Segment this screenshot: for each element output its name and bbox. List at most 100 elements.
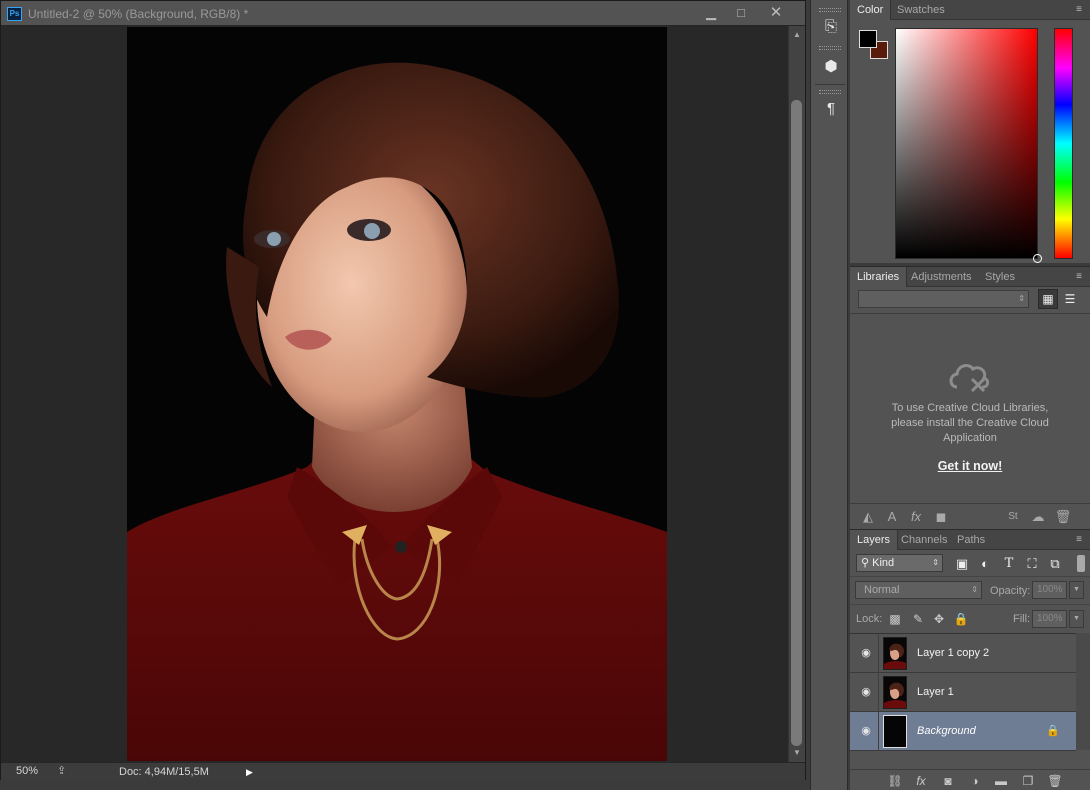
lock-all-icon[interactable]: 🔒 xyxy=(953,611,969,627)
visibility-eye-icon[interactable]: ◉ xyxy=(858,686,874,698)
visibility-eye-icon[interactable]: ◉ xyxy=(858,725,874,737)
opacity-dropdown-icon[interactable]: ▼ xyxy=(1069,581,1084,599)
get-it-now-link[interactable]: Get it now! xyxy=(920,459,1020,473)
add-mask-icon[interactable]: ◙ xyxy=(939,773,957,789)
document-title-bar[interactable]: Ps Untitled-2 @ 50% (Background, RGB/8) … xyxy=(1,1,805,26)
list-view-icon[interactable]: ☰ xyxy=(1060,289,1080,309)
new-layer-icon[interactable]: ❐ xyxy=(1019,773,1037,789)
tab-adjustments[interactable]: Adjustments xyxy=(904,267,979,287)
filter-kind-select[interactable]: ⚲ Kind ⇕ xyxy=(856,554,943,572)
canvas-image[interactable] xyxy=(127,27,667,761)
layer-thumbnail[interactable] xyxy=(883,637,907,670)
lock-icon: 🔒 xyxy=(1046,725,1060,737)
type-layer-filter-icon[interactable]: T xyxy=(1000,555,1018,573)
add-layer-style-icon[interactable]: fx xyxy=(907,508,925,526)
opacity-label: Opacity: xyxy=(990,585,1031,597)
sync-status-icon[interactable]: ☁ xyxy=(1029,508,1047,526)
dock-grip[interactable] xyxy=(819,8,841,12)
history-tool-icon[interactable]: ⎘ xyxy=(820,16,842,38)
tab-libraries[interactable]: Libraries xyxy=(850,267,908,287)
grid-view-icon[interactable]: ▦ xyxy=(1038,289,1058,309)
scroll-up-arrow-icon[interactable]: ▲ xyxy=(789,28,805,42)
add-graphic-icon[interactable]: ◭ xyxy=(859,508,877,526)
paragraph-tool-icon[interactable]: ¶ xyxy=(820,98,842,120)
maximize-button[interactable]: □ xyxy=(726,4,756,22)
layer-row[interactable]: ◉ Layer 1 xyxy=(850,673,1076,712)
scrollbar-thumb[interactable] xyxy=(791,100,802,746)
blend-mode-select[interactable]: Normal ⇕ xyxy=(855,581,982,599)
select-arrow-icon: ⇕ xyxy=(1018,294,1025,303)
layers-panel-tabs: Layers Channels Paths ≡ xyxy=(850,530,1090,550)
select-arrow-icon: ⇕ xyxy=(971,585,978,594)
status-menu-arrow-icon[interactable]: ▶ xyxy=(246,765,256,779)
new-adjustment-layer-icon[interactable]: ◑ xyxy=(966,773,984,789)
tab-channels[interactable]: Channels xyxy=(894,530,954,550)
color-picker-marker[interactable] xyxy=(1033,254,1042,263)
trash-icon[interactable]: 🗑 xyxy=(1054,508,1072,526)
hue-slider[interactable] xyxy=(1054,28,1073,259)
color-panel-tabs: Color Swatches ≡ xyxy=(850,0,1090,20)
libraries-panel-tabs: Libraries Adjustments Styles ≡ xyxy=(850,267,1090,287)
shape-layer-filter-icon[interactable]: ⛶ xyxy=(1023,555,1041,573)
lock-image-pixels-icon[interactable]: ✎ xyxy=(910,611,926,627)
visibility-eye-icon[interactable]: ◉ xyxy=(858,647,874,659)
fill-dropdown-icon[interactable]: ▼ xyxy=(1069,610,1084,628)
blend-mode-label: Normal xyxy=(864,584,900,596)
lock-transparent-pixels-icon[interactable]: ▩ xyxy=(887,611,903,627)
add-character-style-icon[interactable]: A xyxy=(883,508,901,526)
tab-styles[interactable]: Styles xyxy=(978,267,1022,287)
creative-cloud-disabled-icon xyxy=(949,364,990,393)
dock-grip[interactable] xyxy=(819,90,841,94)
dock-grip[interactable] xyxy=(819,46,841,50)
layer-name[interactable]: Background xyxy=(917,725,976,737)
layer-row[interactable]: ◉ Layer 1 copy 2 xyxy=(850,634,1076,673)
link-layers-icon[interactable]: ⛓ xyxy=(886,773,904,789)
layers-panel: Layers Channels Paths ≡ ⚲ Kind ⇕ ▣ ◐ T ⛶… xyxy=(850,529,1090,790)
layer-list: ◉ Layer 1 copy 2 ◉ Layer 1 ◉ Background … xyxy=(850,633,1076,751)
smart-object-filter-icon[interactable]: ⧉ xyxy=(1046,555,1064,573)
canvas-area[interactable] xyxy=(1,26,788,762)
stock-icon[interactable]: St xyxy=(1004,508,1022,526)
add-layer-style-icon[interactable]: fx xyxy=(912,773,930,789)
tab-paths[interactable]: Paths xyxy=(950,530,992,550)
tab-color[interactable]: Color xyxy=(850,0,892,20)
fill-field[interactable]: 100% xyxy=(1032,610,1067,628)
layer-name[interactable]: Layer 1 copy 2 xyxy=(917,647,989,659)
zoom-level-field[interactable]: 50% xyxy=(9,764,45,779)
divider xyxy=(878,712,879,751)
photoshop-logo-icon: Ps xyxy=(7,7,22,21)
opacity-field[interactable]: 100% xyxy=(1032,581,1067,599)
tab-swatches[interactable]: Swatches xyxy=(890,0,952,20)
close-button[interactable]: ✕ xyxy=(761,4,791,22)
export-icon[interactable]: ⇪ xyxy=(57,764,71,779)
pixel-layer-filter-icon[interactable]: ▣ xyxy=(953,555,971,573)
status-bar: 50% ⇪ Doc: 4,94M/15,5M ▶ xyxy=(1,762,805,780)
filter-toggle[interactable] xyxy=(1077,555,1085,572)
foreground-color-swatch[interactable] xyxy=(859,30,877,48)
fill-label: Fill: xyxy=(1013,613,1031,625)
adjustment-layer-filter-icon[interactable]: ◐ xyxy=(976,555,994,573)
layers-scrollbar[interactable] xyxy=(1076,633,1090,750)
3d-cube-tool-icon[interactable]: ⬢ xyxy=(820,56,842,78)
library-select[interactable]: ⇕ xyxy=(858,290,1029,308)
libraries-message: To use Creative Cloud Libraries, please … xyxy=(891,402,1049,444)
panel-menu-icon[interactable]: ≡ xyxy=(1072,270,1086,284)
panel-menu-icon[interactable]: ≡ xyxy=(1072,533,1086,547)
add-color-icon[interactable]: ◼ xyxy=(932,508,950,526)
search-icon: ⚲ xyxy=(861,557,873,569)
layer-row[interactable]: ◉ Background 🔒 xyxy=(850,712,1076,751)
new-group-icon[interactable]: ▬ xyxy=(992,773,1010,789)
delete-layer-icon[interactable]: 🗑 xyxy=(1046,773,1064,789)
vertical-scrollbar[interactable]: ▲ ▼ xyxy=(788,26,805,762)
lock-position-icon[interactable]: ✥ xyxy=(931,611,947,627)
panel-icon-dock: ⎘ ⬢ ¶ xyxy=(810,0,848,790)
layer-thumbnail[interactable] xyxy=(883,715,907,748)
dock-separator xyxy=(815,84,845,85)
scroll-down-arrow-icon[interactable]: ▼ xyxy=(789,746,805,760)
layer-name[interactable]: Layer 1 xyxy=(917,686,954,698)
layer-thumbnail[interactable] xyxy=(883,676,907,709)
panel-menu-icon[interactable]: ≡ xyxy=(1072,3,1086,17)
tab-layers[interactable]: Layers xyxy=(850,530,899,550)
minimize-button[interactable]: ▁ xyxy=(696,4,726,22)
color-picker-field[interactable] xyxy=(895,28,1038,259)
